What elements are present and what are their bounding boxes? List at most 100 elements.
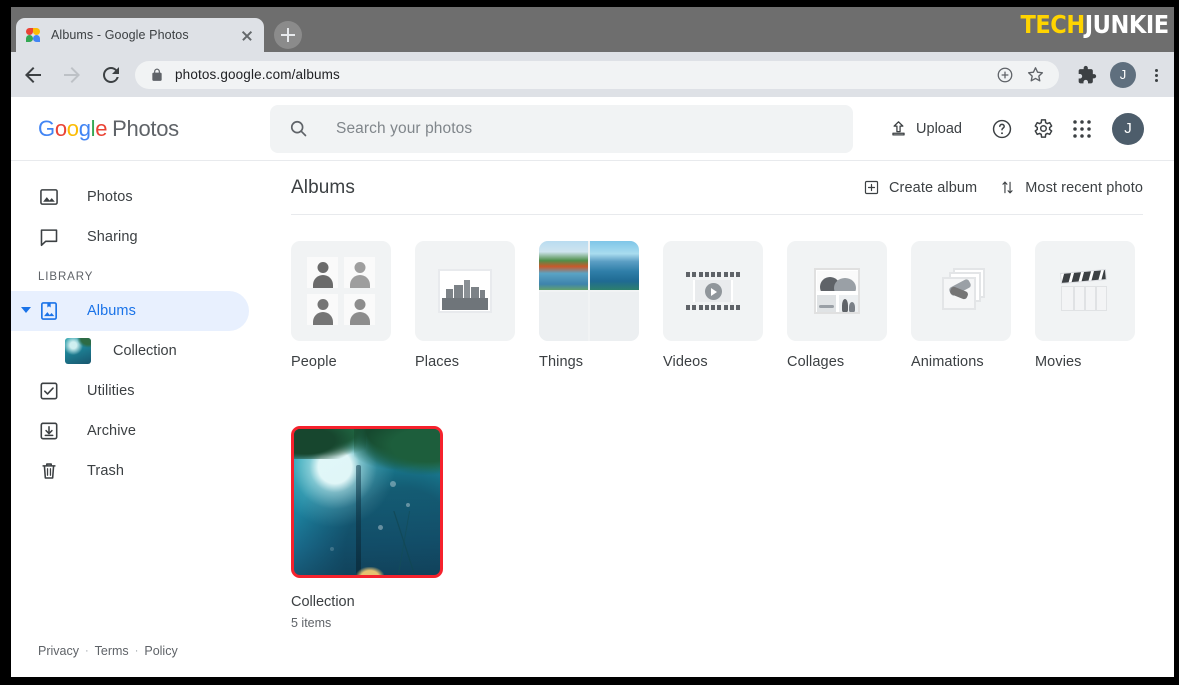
account-avatar[interactable]: J xyxy=(1112,113,1144,145)
photo-icon xyxy=(38,186,60,208)
create-album-label: Create album xyxy=(889,180,977,196)
sort-button[interactable]: Most recent photo xyxy=(999,179,1143,196)
browser-toolbar: photos.google.com/albums J xyxy=(11,52,1174,97)
header-actions: Upload J xyxy=(853,109,1158,149)
google-photos-pinwheel-icon xyxy=(25,27,41,43)
logo-letter-e: e xyxy=(95,116,107,141)
google-photos-page: GooglePhotos Search your photos Upload xyxy=(11,97,1174,677)
google-photos-logo[interactable]: GooglePhotos xyxy=(11,116,270,142)
logo-letter-g2: g xyxy=(79,116,91,141)
main-content: Albums Create album Most recent photo xyxy=(270,161,1174,676)
search-input[interactable]: Search your photos xyxy=(270,105,853,153)
search-icon xyxy=(288,118,309,139)
sidebar-item-archive[interactable]: Archive xyxy=(11,411,249,451)
close-icon[interactable] xyxy=(239,27,255,43)
three-dot-menu-icon[interactable] xyxy=(1142,61,1170,89)
checkbox-icon xyxy=(38,380,60,402)
collection-thumbnail xyxy=(65,338,91,364)
logo-letter-g1: G xyxy=(38,116,55,141)
reload-icon[interactable] xyxy=(94,58,128,92)
main-header: Albums Create album Most recent photo xyxy=(291,161,1143,215)
stacked-photos-icon xyxy=(911,241,1011,341)
back-arrow-icon[interactable] xyxy=(16,58,50,92)
new-tab-button[interactable] xyxy=(274,21,302,49)
sort-updown-icon xyxy=(999,179,1016,196)
address-bar[interactable]: photos.google.com/albums xyxy=(135,61,1059,89)
sidebar-label-albums: Albums xyxy=(87,303,136,319)
apps-grid-icon[interactable] xyxy=(1062,109,1102,149)
watermark-tech: TECH xyxy=(1021,10,1085,39)
privacy-link[interactable]: Privacy xyxy=(38,644,79,658)
star-icon[interactable] xyxy=(1021,61,1049,89)
upload-label: Upload xyxy=(916,121,962,137)
category-tile-things[interactable]: Things xyxy=(539,241,639,370)
help-circle-icon[interactable] xyxy=(982,109,1022,149)
album-item-count: 5 items xyxy=(291,616,443,630)
category-tile-places[interactable]: Places xyxy=(415,241,515,370)
add-box-icon xyxy=(863,179,880,196)
sidebar-label-archive: Archive xyxy=(87,423,136,439)
sidebar-item-sharing[interactable]: Sharing xyxy=(11,217,249,257)
sidebar-label-utilities: Utilities xyxy=(87,383,135,399)
terms-link[interactable]: Terms xyxy=(95,644,129,658)
browser-tab[interactable]: Albums - Google Photos xyxy=(16,18,264,52)
trash-icon xyxy=(38,460,60,482)
footer-links: Privacy · Terms · Policy xyxy=(38,644,178,658)
album-card-collection[interactable]: Collection 5 items xyxy=(291,426,443,630)
sidebar-subitem-collection[interactable]: Collection xyxy=(11,331,270,371)
category-tiles: People xyxy=(291,215,1143,370)
sidebar: Photos Sharing LIBRARY Albums xyxy=(11,161,270,676)
app-header: GooglePhotos Search your photos Upload xyxy=(11,97,1174,161)
tab-strip: Albums - Google Photos xyxy=(11,7,1174,52)
lock-icon xyxy=(150,68,164,82)
sidebar-item-albums[interactable]: Albums xyxy=(11,291,249,331)
album-list: Collection 5 items xyxy=(291,370,1143,630)
browser-profile-avatar[interactable]: J xyxy=(1110,62,1136,88)
category-label-places: Places xyxy=(415,354,515,370)
category-label-people: People xyxy=(291,354,391,370)
url-text: photos.google.com/albums xyxy=(175,67,991,82)
category-label-animations: Animations xyxy=(911,354,1011,370)
search-placeholder: Search your photos xyxy=(336,120,472,138)
create-album-button[interactable]: Create album xyxy=(863,179,977,196)
sidebar-label-trash: Trash xyxy=(87,463,124,479)
policy-link[interactable]: Policy xyxy=(144,644,177,658)
tab-title: Albums - Google Photos xyxy=(51,28,239,42)
logo-word-photos: Photos xyxy=(112,116,179,141)
page-title: Albums xyxy=(291,177,355,199)
chevron-down-icon[interactable] xyxy=(21,307,31,313)
sidebar-label-sharing: Sharing xyxy=(87,229,138,245)
category-tile-videos[interactable]: Videos xyxy=(663,241,763,370)
upload-button[interactable]: Upload xyxy=(877,111,974,146)
sidebar-section-library: LIBRARY xyxy=(11,257,270,291)
category-label-things: Things xyxy=(539,354,639,370)
category-tile-movies[interactable]: Movies xyxy=(1035,241,1135,370)
main-actions: Create album Most recent photo xyxy=(355,179,1143,196)
sidebar-item-utilities[interactable]: Utilities xyxy=(11,371,249,411)
gear-icon[interactable] xyxy=(1022,109,1062,149)
film-strip-play-icon xyxy=(663,241,763,341)
footer-separator-1: · xyxy=(85,645,89,657)
chat-bubble-icon xyxy=(38,226,60,248)
sidebar-sublabel-collection: Collection xyxy=(113,343,177,359)
forward-arrow-icon xyxy=(55,58,89,92)
puzzle-piece-icon[interactable] xyxy=(1071,59,1103,91)
install-app-icon[interactable] xyxy=(991,61,1019,89)
cityscape-icon xyxy=(415,241,515,341)
browser-window: TECHJUNKIE Albums - Google Photos photos… xyxy=(11,7,1174,677)
category-tile-collages[interactable]: Collages xyxy=(787,241,887,370)
upload-icon xyxy=(889,119,908,138)
category-label-videos: Videos xyxy=(663,354,763,370)
photo-grid-thumbnails xyxy=(539,241,639,341)
category-tile-people[interactable]: People xyxy=(291,241,391,370)
sidebar-item-trash[interactable]: Trash xyxy=(11,451,249,491)
category-tile-animations[interactable]: Animations xyxy=(911,241,1011,370)
category-label-movies: Movies xyxy=(1035,354,1135,370)
sidebar-label-photos: Photos xyxy=(87,189,133,205)
sidebar-item-photos[interactable]: Photos xyxy=(11,177,249,217)
category-label-collages: Collages xyxy=(787,354,887,370)
footer-separator-2: · xyxy=(135,645,139,657)
people-faces-icon xyxy=(291,241,391,341)
archive-icon xyxy=(38,420,60,442)
clapperboard-icon xyxy=(1035,241,1135,341)
